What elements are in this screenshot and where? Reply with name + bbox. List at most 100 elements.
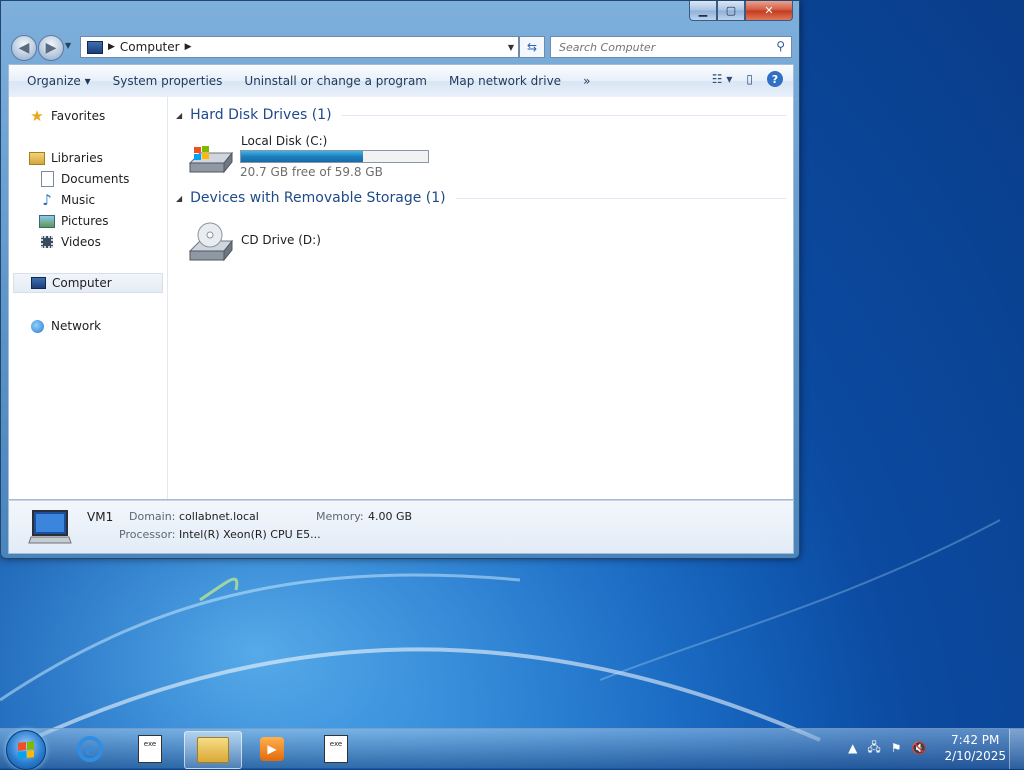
close-button[interactable]: ✕ [745,1,793,21]
nav-music[interactable]: ♪ Music [39,190,95,210]
star-icon: ★ [30,107,44,125]
nav-label: Network [51,319,102,333]
navigation-pane: ★ Favorites Libraries Documents ♪ Music … [9,97,168,499]
clock[interactable]: 7:42 PM 2/10/2025 [944,732,1006,764]
search-input[interactable] [557,39,766,55]
search-box[interactable]: ⚲ [550,36,792,58]
more-commands-button[interactable]: » [583,74,590,88]
nav-label: Music [61,193,96,207]
memory-value: 4.00 GB [368,510,413,523]
drive-usage-bar [240,150,429,163]
nav-label: Pictures [61,214,109,228]
organize-button[interactable]: Organize ▾ [27,74,91,88]
taskbar-program-1[interactable]: exe [122,731,178,767]
clock-date: 2/10/2025 [944,749,1006,763]
arrow-right-icon: ▶ [45,40,57,56]
drive-free-space: 20.7 GB free of 59.8 GB [240,165,383,179]
drive-name: CD Drive (D:) [241,233,321,247]
group-title: Hard Disk Drives (1) [190,107,332,123]
processor-label: Processor: [119,528,176,541]
maximize-button[interactable]: ▢ [717,1,745,21]
show-hidden-icons-icon[interactable]: ▲ [848,741,857,755]
memory-label: Memory: [316,510,364,523]
uninstall-program-button[interactable]: Uninstall or change a program [244,74,427,88]
group-divider [341,114,786,116]
explorer-body: ★ Favorites Libraries Documents ♪ Music … [8,97,794,500]
start-button[interactable] [6,730,46,770]
command-bar: Organize ▾ System properties Uninstall o… [8,64,794,98]
system-properties-button[interactable]: System properties [113,74,223,88]
address-bar[interactable]: ▶ Computer ▶ ▼ [80,36,519,58]
collapse-triangle-icon[interactable]: ◢ [176,194,182,203]
group-title: Devices with Removable Storage (1) [190,190,446,206]
nav-label: Computer [52,276,112,290]
help-icon[interactable]: ? [767,71,783,87]
minimize-button[interactable]: ▁ [689,1,717,21]
nav-pictures[interactable]: Pictures [39,211,109,231]
group-divider [455,197,786,199]
view-controls: ☷ ▾ ▯ ? [712,71,783,87]
windows-logo-icon [18,741,34,759]
change-view-icon[interactable]: ☷ ▾ [712,72,733,86]
nav-favorites[interactable]: ★ Favorites [29,106,105,126]
media-player-icon: ▶ [260,737,284,761]
group-header-removable[interactable]: ◢ Devices with Removable Storage (1) [176,190,786,206]
preview-pane-icon[interactable]: ▯ [746,72,753,86]
forward-button[interactable]: ▶ [38,35,64,61]
network-status-icon[interactable]: 🖧 [867,738,880,759]
drive-name: Local Disk (C:) [241,134,328,148]
taskbar-internet-explorer[interactable]: e [62,731,118,767]
breadcrumb-computer[interactable]: Computer [120,40,180,54]
explorer-window: ▁ ▢ ✕ ◀ ▶ ▼ ▶ Computer ▶ ▼ ⇆ ⚲ Organize … [0,0,800,559]
domain-label: Domain: [129,510,176,523]
nav-documents[interactable]: Documents [39,169,129,189]
group-header-hdd[interactable]: ◢ Hard Disk Drives (1) [176,107,786,123]
nav-label: Favorites [51,109,106,123]
recent-pages-dropdown[interactable]: ▼ [65,41,71,50]
taskbar: e exe ▶ exe ▲ 🖧 ⚑ 🔇 7:42 PM 2/10/2025 [0,728,1024,770]
refresh-icon: ⇆ [526,40,538,54]
details-pane: VM1 Domain: collabnet.local Memory: 4.00… [8,500,794,554]
nav-computer[interactable]: Computer [13,273,163,293]
show-desktop-button[interactable] [1009,729,1024,769]
libraries-icon [29,151,45,165]
nav-label: Libraries [51,151,103,165]
content-pane: ◢ Hard Disk Drives (1) Local Disk (C:) 2… [168,97,793,499]
taskbar-program-2[interactable]: exe [308,731,364,767]
arrow-left-icon: ◀ [18,40,30,56]
film-icon [39,235,55,249]
taskbar-media-player[interactable]: ▶ [244,731,300,767]
folder-icon [197,737,229,763]
collapse-triangle-icon[interactable]: ◢ [176,111,182,120]
hard-drive-windows-icon [188,146,234,174]
clock-time: 7:42 PM [951,733,1000,747]
nav-network[interactable]: Network [29,316,101,336]
nav-videos[interactable]: Videos [39,232,101,252]
refresh-button[interactable]: ⇆ [519,36,545,58]
search-icon[interactable]: ⚲ [776,39,785,53]
taskbar-windows-explorer[interactable] [184,731,242,769]
document-icon [39,171,55,187]
drive-usage-fill [241,151,364,162]
program-window-icon: exe [138,735,162,763]
notification-area: ▲ 🖧 ⚑ 🔇 7:42 PM 2/10/2025 [848,732,1006,764]
program-window-icon: exe [324,735,348,763]
computer-icon [87,40,103,54]
network-globe-icon [29,319,45,333]
action-center-flag-icon[interactable]: ⚑ [891,741,902,755]
cd-drive-icon [188,222,234,262]
breadcrumb-arrow-icon[interactable]: ▶ [108,42,115,52]
internet-explorer-icon: e [77,736,103,762]
picture-icon [39,214,55,228]
nav-label: Videos [61,235,101,249]
volume-muted-icon[interactable]: 🔇 [912,741,927,755]
back-button[interactable]: ◀ [11,35,37,61]
map-network-drive-button[interactable]: Map network drive [449,74,561,88]
computer-icon [30,276,46,290]
nav-label: Documents [61,172,130,186]
computer-name: VM1 [87,510,114,524]
address-dropdown-icon[interactable]: ▼ [508,43,514,52]
breadcrumb-arrow-icon[interactable]: ▶ [185,42,192,52]
nav-libraries[interactable]: Libraries [29,148,103,168]
computer-monitor-icon [28,510,72,544]
